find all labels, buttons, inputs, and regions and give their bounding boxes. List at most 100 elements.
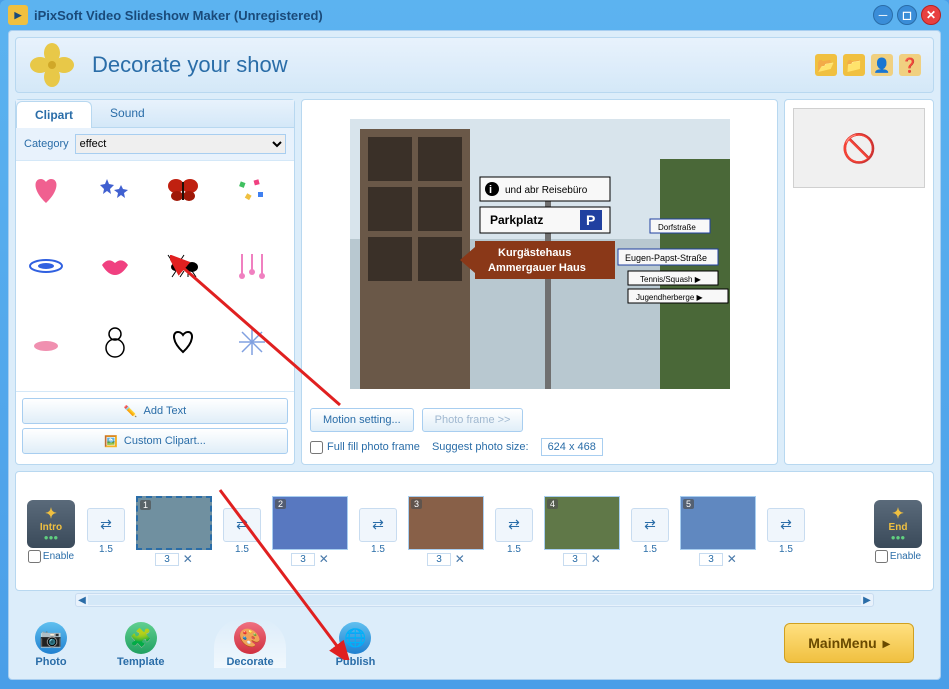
transition-icon[interactable]: ⇄ bbox=[767, 508, 805, 542]
timeline-slide[interactable]: 13✕ bbox=[134, 496, 214, 566]
svg-text:i: i bbox=[489, 184, 492, 196]
close-button[interactable]: ✕ bbox=[921, 5, 941, 25]
suggest-size-value: 624 x 468 bbox=[541, 438, 603, 456]
tab-clipart[interactable]: Clipart bbox=[16, 101, 92, 128]
titlebar: ▶ iPixSoft Video Slideshow Maker (Unregi… bbox=[0, 0, 949, 30]
timeline-slide[interactable]: 53✕ bbox=[678, 496, 758, 566]
svg-text:Kurgästehaus: Kurgästehaus bbox=[498, 247, 571, 259]
transition-duration: 1.5 bbox=[779, 544, 793, 555]
delete-slide-icon[interactable]: ✕ bbox=[591, 552, 601, 566]
tab-sound[interactable]: Sound bbox=[92, 100, 163, 127]
user-icon[interactable]: 👤 bbox=[871, 54, 893, 76]
clipart-butterfly[interactable] bbox=[161, 169, 205, 213]
clipart-panel: Clipart Sound Category effect bbox=[15, 99, 295, 465]
plus-icon: ✦ bbox=[45, 505, 57, 522]
intro-enable-checkbox[interactable] bbox=[28, 550, 41, 563]
clipart-snowflake[interactable] bbox=[230, 320, 274, 364]
clipart-snowman-outline[interactable] bbox=[93, 320, 137, 364]
intro-button[interactable]: ✦ Intro ●●● bbox=[27, 500, 75, 548]
clipart-pink-blob[interactable] bbox=[24, 320, 68, 364]
photo-icon: 📷 bbox=[35, 622, 67, 654]
clipart-pink-lips[interactable] bbox=[93, 244, 137, 288]
delete-slide-icon[interactable]: ✕ bbox=[183, 552, 193, 566]
logo-icon bbox=[28, 41, 76, 89]
slide-duration: 3 bbox=[699, 553, 723, 566]
disabled-thumbnail: 🚫 bbox=[793, 108, 925, 188]
nav-publish[interactable]: 🌐 Publish bbox=[336, 618, 376, 668]
slide-duration: 3 bbox=[155, 553, 179, 566]
svg-text:P: P bbox=[586, 212, 595, 228]
delete-slide-icon[interactable]: ✕ bbox=[319, 552, 329, 566]
header: Decorate your show 📂 📁 👤 ❓ bbox=[15, 37, 934, 93]
app-title: iPixSoft Video Slideshow Maker (Unregist… bbox=[34, 8, 323, 23]
full-fill-checkbox-label[interactable]: Full fill photo frame bbox=[310, 441, 420, 454]
timeline-scrollbar[interactable]: ◀ ▶ bbox=[75, 593, 874, 607]
end-enable-checkbox[interactable] bbox=[875, 550, 888, 563]
maximize-button[interactable]: ◻ bbox=[897, 5, 917, 25]
timeline: ✦ Intro ●●● Enable ⇄1.513✕⇄1.523✕⇄1.533✕… bbox=[15, 471, 934, 591]
transition-icon[interactable]: ⇄ bbox=[495, 508, 533, 542]
clipart-confetti[interactable] bbox=[230, 169, 274, 213]
open-icon[interactable]: 📂 bbox=[815, 54, 837, 76]
save-icon[interactable]: 📁 bbox=[843, 54, 865, 76]
full-fill-checkbox[interactable] bbox=[310, 441, 323, 454]
chevron-right-icon: ▸ bbox=[883, 635, 890, 652]
slide-duration: 3 bbox=[291, 553, 315, 566]
transition-duration: 1.5 bbox=[371, 544, 385, 555]
transition-icon[interactable]: ⇄ bbox=[359, 508, 397, 542]
transition-icon[interactable]: ⇄ bbox=[631, 508, 669, 542]
scroll-left-icon[interactable]: ◀ bbox=[76, 594, 88, 606]
custom-clipart-button[interactable]: 🖼️ Custom Clipart... bbox=[22, 428, 288, 454]
clipart-pink-tassels[interactable] bbox=[230, 244, 274, 288]
svg-text:Jugendherberge ▶: Jugendherberge ▶ bbox=[636, 293, 703, 302]
help-icon[interactable]: ❓ bbox=[899, 54, 921, 76]
app-icon: ▶ bbox=[8, 5, 28, 25]
transition-duration: 1.5 bbox=[99, 544, 113, 555]
clipart-ant[interactable] bbox=[161, 244, 205, 288]
timeline-track[interactable]: ⇄1.513✕⇄1.523✕⇄1.533✕⇄1.543✕⇄1.553✕⇄1.5 bbox=[86, 478, 863, 584]
intro-enable-label[interactable]: Enable bbox=[28, 550, 74, 563]
transition-duration: 1.5 bbox=[643, 544, 657, 555]
transition-duration: 1.5 bbox=[507, 544, 521, 555]
timeline-slide[interactable]: 43✕ bbox=[542, 496, 622, 566]
template-icon: 🧩 bbox=[125, 622, 157, 654]
photo-frame-button[interactable]: Photo frame >> bbox=[422, 408, 524, 432]
minimize-button[interactable]: ─ bbox=[873, 5, 893, 25]
suggest-size-label: Suggest photo size: bbox=[432, 441, 529, 453]
page-title: Decorate your show bbox=[92, 52, 288, 78]
delete-slide-icon[interactable]: ✕ bbox=[455, 552, 465, 566]
transition-icon[interactable]: ⇄ bbox=[87, 508, 125, 542]
main-menu-button[interactable]: MainMenu ▸ bbox=[784, 623, 914, 663]
clipart-blue-oval[interactable] bbox=[24, 244, 68, 288]
end-button[interactable]: ✦ End ●●● bbox=[874, 500, 922, 548]
bottom-nav: 📷 Photo 🧩 Template 🎨 Decorate 🌐 Publish … bbox=[15, 613, 934, 673]
add-text-button[interactable]: ✏️ Add Text bbox=[22, 398, 288, 424]
clipart-blue-stars[interactable] bbox=[93, 169, 137, 213]
plus-icon: ✦ bbox=[892, 505, 904, 522]
delete-slide-icon[interactable]: ✕ bbox=[727, 552, 737, 566]
transition-icon[interactable]: ⇄ bbox=[223, 508, 261, 542]
svg-text:Parkplatz: Parkplatz bbox=[490, 213, 543, 227]
timeline-slide[interactable]: 23✕ bbox=[270, 496, 350, 566]
slide-duration: 3 bbox=[563, 553, 587, 566]
decorate-icon: 🎨 bbox=[234, 622, 266, 654]
nav-photo[interactable]: 📷 Photo bbox=[35, 618, 67, 668]
clipart-grid bbox=[16, 161, 294, 391]
clipart-pink-heart[interactable] bbox=[24, 169, 68, 213]
right-panel: 🚫 bbox=[784, 99, 934, 465]
category-label: Category bbox=[24, 138, 69, 150]
clipart-heart-outline[interactable] bbox=[161, 320, 205, 364]
nav-template[interactable]: 🧩 Template bbox=[117, 618, 164, 668]
timeline-slide[interactable]: 33✕ bbox=[406, 496, 486, 566]
picture-icon: 🖼️ bbox=[104, 435, 118, 448]
category-select[interactable]: effect bbox=[75, 134, 286, 154]
svg-text:Eugen-Papst-Straße: Eugen-Papst-Straße bbox=[625, 253, 707, 263]
end-enable-label[interactable]: Enable bbox=[875, 550, 921, 563]
preview-image[interactable]: und abr Reisebüro i Parkplatz P Kurgäste… bbox=[350, 119, 730, 389]
nav-decorate[interactable]: 🎨 Decorate bbox=[214, 618, 285, 668]
pencil-icon: ✏️ bbox=[124, 405, 138, 418]
scroll-right-icon[interactable]: ▶ bbox=[861, 594, 873, 606]
svg-text:Dorfstraße: Dorfstraße bbox=[658, 223, 696, 232]
transition-duration: 1.5 bbox=[235, 544, 249, 555]
motion-setting-button[interactable]: Motion setting... bbox=[310, 408, 414, 432]
